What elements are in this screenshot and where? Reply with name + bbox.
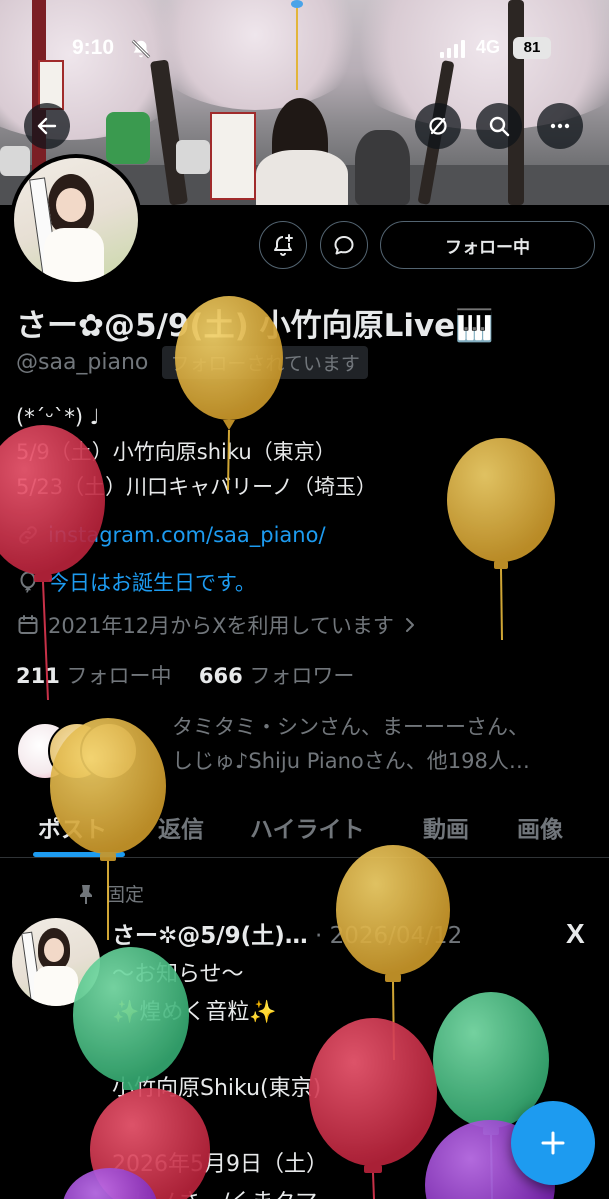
crowd <box>355 130 410 205</box>
joined-date: 2021年12月からXを利用しています <box>48 614 394 638</box>
tab-media[interactable]: 画像 <box>517 810 563 844</box>
pin-icon <box>80 884 92 904</box>
bio-line: 5/9（土）小竹向原shiku（東京） <box>16 440 336 464</box>
signal-icon <box>440 40 465 58</box>
bell-off-icon <box>131 39 151 59</box>
green-bus <box>106 112 150 164</box>
tab-highlights[interactable]: ハイライト <box>250 810 365 844</box>
joined-row[interactable]: 2021年12月からXを利用しています <box>16 610 418 640</box>
following-button[interactable]: フォロー中 <box>380 221 595 269</box>
profile-name: さー✿@5/9(土) 小竹向原Live🎹 <box>16 308 494 344</box>
more-button[interactable] <box>537 103 583 149</box>
avatar-image <box>14 158 138 282</box>
x-logo-icon: X <box>566 918 585 949</box>
profile-avatar[interactable] <box>10 154 142 286</box>
pinned-indicator: 固定 <box>76 880 144 907</box>
follower-avatar <box>80 722 138 780</box>
followers-link[interactable]: 666 フォロワー <box>199 664 355 688</box>
profile-handle: @saa_piano <box>16 350 149 375</box>
post-header: さー✲@5/9(土)… · 2026/04/12 <box>112 916 462 950</box>
bio-line: (*´ᵕ`*) ♩ <box>16 405 100 429</box>
known-followers[interactable]: タミタミ・シンさん、まーーーさん、 しじゅ♪Shiju Pianoさん、他198… <box>16 710 606 790</box>
balloon-red <box>309 1018 437 1199</box>
status-time: 9:10 <box>72 36 115 59</box>
following-link[interactable]: 211 フォロー中 <box>16 664 178 688</box>
profile-bio: (*´ᵕ`*) ♩ 5/9（土）小竹向原shiku（東京） 5/23（土）川口キ… <box>16 400 377 505</box>
profile-link[interactable]: instagram.com/saa_piano/ <box>48 523 326 547</box>
follow-counts: 211 フォロー中 666 フォロワー <box>16 660 354 690</box>
post-date: · 2026/04/12 <box>315 923 463 949</box>
bio-line: 5/23（土）川口キャバリーノ（埼玉） <box>16 475 377 499</box>
following-label: フォロー中 <box>66 664 172 688</box>
following-count: 211 <box>16 664 60 688</box>
more-icon <box>550 123 570 129</box>
message-button[interactable] <box>320 221 368 269</box>
balloon-yellow <box>447 438 555 641</box>
tab-posts[interactable]: ポスト <box>38 810 107 844</box>
known-followers-line: タミタミ・シンさん、まーーーさん、 <box>172 715 529 739</box>
balloon-yellow <box>336 845 450 1061</box>
translate-off-icon <box>429 117 447 135</box>
known-followers-text: タミタミ・シンさん、まーーーさん、 しじゅ♪Shiju Pianoさん、他198… <box>172 710 530 778</box>
birthday-text: 今日はお誕生日です。 <box>48 571 256 595</box>
balloon-icon <box>20 571 36 593</box>
tab-videos[interactable]: 動画 <box>423 810 469 844</box>
handle-row: @saa_piano フォローされています <box>16 346 368 379</box>
chat-bubble-icon <box>334 236 354 255</box>
arrow-left-icon <box>37 117 57 135</box>
tab-replies[interactable]: 返信 <box>158 810 204 844</box>
active-tab-indicator <box>33 852 125 857</box>
network-type: 4G <box>476 37 501 57</box>
search-icon <box>489 116 510 137</box>
car <box>0 146 30 176</box>
followers-count: 666 <box>198 664 243 688</box>
link-icon <box>19 526 37 544</box>
followers-label: フォロワー <box>249 664 355 688</box>
search-button[interactable] <box>476 103 522 149</box>
plus-icon <box>541 1131 565 1155</box>
known-followers-line: しじゅ♪Shiju Pianoさん、他198人… <box>172 749 530 773</box>
follows-you-badge: フォローされています <box>162 346 368 379</box>
profile-link-row[interactable]: instagram.com/saa_piano/ <box>16 523 326 547</box>
calendar-icon <box>18 615 38 634</box>
notifications-button[interactable] <box>259 221 307 269</box>
translate-off-button[interactable] <box>415 103 461 149</box>
person <box>256 150 348 205</box>
post-body[interactable]: 〜お知らせ〜 ✨煌めく音粒✨ 小竹向原Shiku(東京) 2026年5月9日（土… <box>112 956 328 1199</box>
battery-indicator: 81 <box>513 37 551 59</box>
status-bar: 9:10 4G 81 <box>0 0 609 59</box>
post-author-name[interactable]: さー✲@5/9(土)… <box>112 923 308 949</box>
back-button[interactable] <box>24 103 70 149</box>
bell-plus-icon <box>274 234 293 256</box>
pinned-label: 固定 <box>106 884 145 906</box>
birthday-row: 今日はお誕生日です。 <box>16 567 256 597</box>
compose-button[interactable] <box>511 1101 595 1185</box>
car <box>176 140 210 174</box>
post-author-avatar[interactable] <box>12 918 100 1006</box>
profile-tabs: ポスト 返信 ハイライト 動画 画像 <box>0 800 609 858</box>
signboard <box>210 112 256 200</box>
chevron-right-icon <box>405 618 414 632</box>
